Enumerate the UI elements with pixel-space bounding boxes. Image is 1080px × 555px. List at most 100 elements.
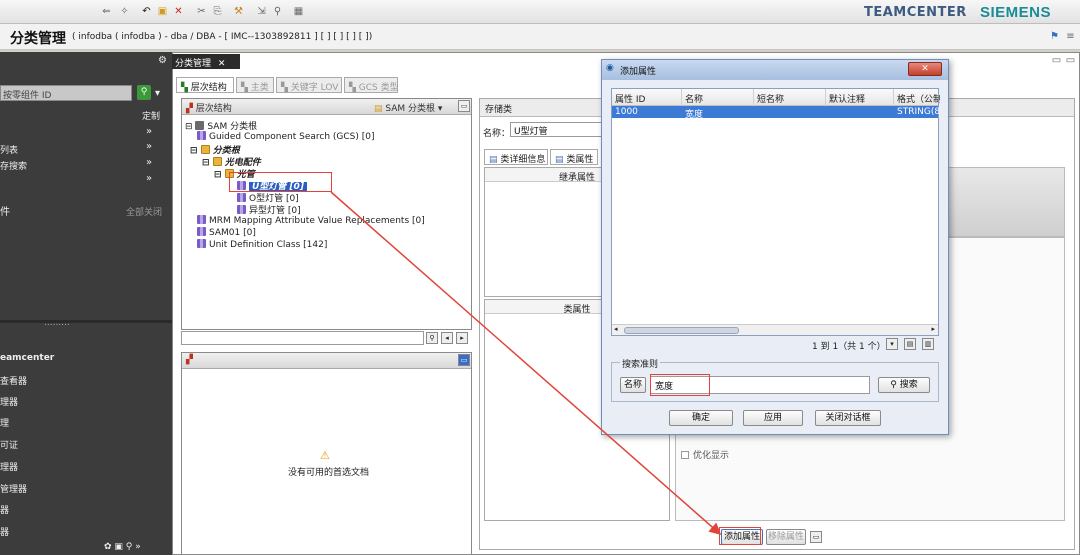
attribute-table: 属性 ID 名称 短名称 默认注释 格式（公制 1000 宽度 STRING(8…	[611, 88, 940, 336]
class-icon	[197, 239, 206, 248]
chevron-down-icon[interactable]: ▾	[155, 88, 160, 99]
close-dialog-button[interactable]: 关闭对话框	[815, 410, 881, 426]
nav-item[interactable]: eamcenter	[0, 353, 54, 363]
preview-panel-header: ▞ ▭	[182, 353, 471, 369]
ok-button[interactable]: 确定	[669, 410, 733, 426]
class-icon	[197, 227, 206, 236]
customize-link[interactable]: 定制	[142, 109, 160, 122]
next-icon[interactable]: ▸	[456, 332, 468, 344]
nav-item[interactable]: 管理器	[0, 482, 27, 495]
tree-node-mrm[interactable]: MRM Mapping Attribute Value Replacements…	[197, 215, 425, 226]
nav-item[interactable]: 器	[0, 503, 9, 516]
tab-hierarchy[interactable]: ▚ 层次结构	[176, 77, 234, 93]
copy-icon[interactable]: ⎘	[211, 5, 224, 18]
list-item[interactable]: 存搜索	[0, 159, 27, 172]
class-icon	[237, 205, 246, 214]
root-selector[interactable]: ▤ SAM 分类根 ▾	[374, 101, 442, 114]
hierarchy-search-input[interactable]	[181, 331, 424, 345]
prev-icon[interactable]: ◂	[441, 332, 453, 344]
back-icon[interactable]: ⇐	[100, 5, 113, 18]
class-name-field[interactable]: U型灯管	[510, 122, 610, 137]
close-all-link[interactable]: 全部关闭	[126, 205, 162, 218]
tree-node-unit[interactable]: Unit Definition Class [142]	[197, 239, 327, 250]
menu-icon[interactable]: ≡	[1064, 30, 1077, 43]
grid-icon[interactable]: ▦	[292, 5, 305, 18]
scroll-right-icon[interactable]: ▸	[931, 325, 935, 333]
apply-button[interactable]: 应用	[743, 410, 803, 426]
scroll-left-icon[interactable]: ◂	[614, 325, 618, 333]
list-item[interactable]: 列表	[0, 143, 18, 156]
maximize-icon[interactable]: ▭	[1064, 54, 1077, 67]
page-dropdown-icon[interactable]: ▾	[886, 338, 898, 350]
scrollbar-thumb[interactable]	[624, 327, 739, 334]
tab-keyword-lov[interactable]: ▚ 关键字 LOV	[276, 77, 342, 93]
expand-icon[interactable]: »	[146, 126, 152, 137]
tree-node-sam01[interactable]: SAM01 [0]	[197, 227, 256, 238]
class-icon	[197, 215, 206, 224]
top-toolbar: ⇐ ✧ ↶ ▣ ✕ ✂ ⎘ ⚒ ⇲ ⚲ ▦ TEAMCENTER SIEMENS	[0, 0, 1080, 24]
column-header[interactable]: 属性 ID	[612, 89, 682, 106]
column-header[interactable]: 名称	[682, 89, 754, 106]
export-icon[interactable]: ▥	[922, 338, 934, 350]
highlight-box	[719, 527, 761, 545]
name-criteria-button[interactable]: 名称	[620, 377, 646, 393]
item-id-search-input[interactable]: 按零组件 ID	[0, 85, 132, 101]
nav-item[interactable]: 查看器	[0, 374, 27, 387]
tab-class-attributes[interactable]: ▤ 类属性	[550, 149, 598, 165]
search-button[interactable]: ⚲ 搜索	[878, 377, 930, 393]
class-icon	[197, 131, 206, 140]
expand-icon[interactable]: »	[146, 141, 152, 152]
delete-icon[interactable]: ✕	[172, 5, 185, 18]
search-icon[interactable]: ⚲	[137, 85, 151, 100]
arrange-icon[interactable]: ⇲	[255, 5, 268, 18]
dialog-titlebar[interactable]: ◉ 添加属性	[602, 60, 948, 80]
name-label: 名称：	[483, 129, 511, 139]
column-header[interactable]: 格式（公制	[894, 89, 940, 106]
hierarchy-panel: ▞ 层次结构 ▤ SAM 分类根 ▾ ▭ ⊟ SAM 分类根 Guided Co…	[181, 98, 472, 330]
table-row[interactable]: 1000 宽度 STRING(8)	[612, 106, 940, 118]
panel-menu-icon[interactable]: ▭	[458, 100, 470, 112]
tab-classification-admin[interactable]: 分类管理 ✕	[172, 54, 240, 69]
star-icon[interactable]: ✧	[118, 5, 131, 18]
drag-handle-icon[interactable]: .........	[44, 318, 70, 328]
tab-main-class[interactable]: ▚ 主类	[236, 77, 274, 93]
warning-icon: ⚠	[320, 449, 330, 462]
cut-icon[interactable]: ✂	[195, 5, 208, 18]
folder-icon	[212, 157, 222, 166]
gear-icon[interactable]: ⚙	[158, 55, 167, 66]
column-header[interactable]: 默认注释	[826, 89, 894, 106]
nav-item[interactable]: 可证	[0, 438, 18, 451]
remove-attribute-button[interactable]: 移除属性	[766, 529, 806, 545]
save-icon[interactable]: ▣	[156, 5, 169, 18]
close-icon[interactable]: ✕	[218, 59, 226, 69]
close-icon[interactable]: ✕	[908, 62, 942, 76]
tree-node-gcs[interactable]: Guided Component Search (GCS) [0]	[197, 131, 375, 142]
horizontal-scrollbar[interactable]: ◂ ▸	[612, 324, 938, 335]
nav-item[interactable]: 理	[0, 416, 9, 429]
folder-icon	[200, 145, 210, 154]
nav-item[interactable]: 器	[0, 525, 9, 538]
perspective-icon[interactable]: ⚑	[1048, 30, 1061, 43]
panel-divider[interactable]	[0, 320, 172, 323]
tab-gcs-type[interactable]: ▚ GCS 类型	[344, 77, 399, 93]
search-icon: ⚲	[890, 380, 897, 390]
column-header[interactable]: 短名称	[754, 89, 826, 106]
shortcut-icons[interactable]: ✿ ▣ ⚲ »	[104, 542, 141, 552]
options-icon[interactable]: ▭	[810, 531, 822, 543]
print-icon[interactable]: ▤	[904, 338, 916, 350]
nav-item[interactable]: 理器	[0, 395, 18, 408]
link-icon[interactable]: ⚲	[271, 5, 284, 18]
minimize-icon[interactable]: ▭	[1050, 54, 1063, 67]
tool-icon[interactable]: ⚒	[232, 5, 245, 18]
nav-item[interactable]: 理器	[0, 460, 18, 473]
pagination-status: 1 到 1（共 1 个）	[812, 342, 886, 352]
undo-icon[interactable]: ↶	[140, 5, 153, 18]
expand-icon[interactable]: »	[146, 157, 152, 168]
tab-class-detail[interactable]: ▤ 类详细信息	[484, 149, 548, 165]
optimize-display-checkbox[interactable]: 优化显示	[681, 448, 729, 461]
panel-menu-icon[interactable]: ▭	[458, 354, 470, 366]
highlight-box	[650, 374, 710, 396]
left-navigation-panel: ⚙ 按零组件 ID ⚲ ▾ 定制 » 列表 » 存搜索 » » 件 全部关闭 .…	[0, 52, 172, 555]
search-icon[interactable]: ⚲	[426, 332, 438, 344]
expand-icon[interactable]: »	[146, 173, 152, 184]
